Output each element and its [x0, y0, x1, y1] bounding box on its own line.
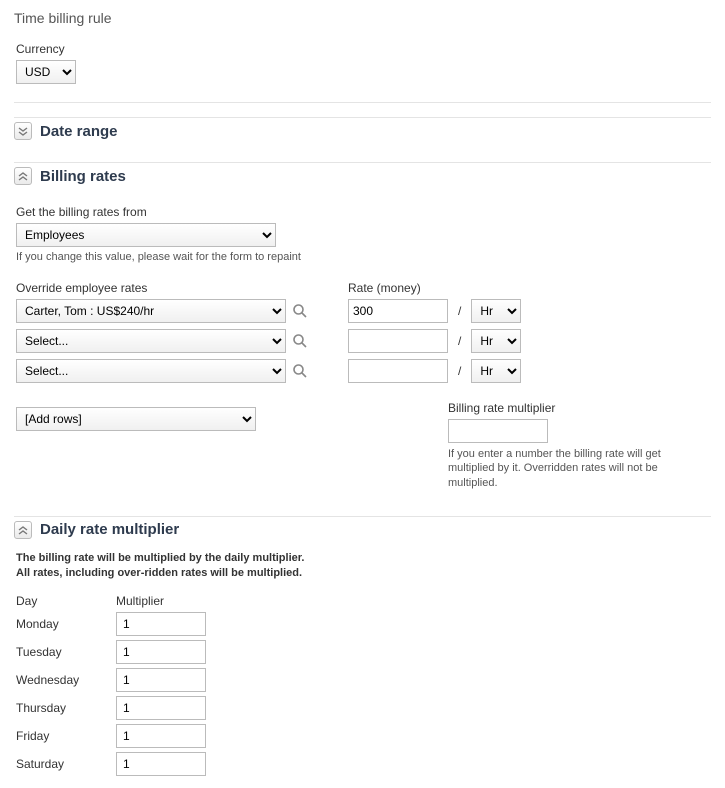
override-select[interactable]: Select...	[16, 329, 286, 353]
multiplier-input[interactable]	[448, 419, 548, 443]
multiplier-label: Billing rate multiplier	[448, 401, 708, 415]
day-cell: Tuesday	[16, 645, 116, 659]
unit-select[interactable]: Hr	[471, 299, 521, 323]
daily-multiplier-input[interactable]	[116, 696, 206, 720]
override-row: Select...	[16, 359, 308, 383]
currency-label: Currency	[16, 42, 711, 56]
daily-multiplier-input[interactable]	[116, 640, 206, 664]
daily-multiplier-input[interactable]	[116, 612, 206, 636]
multiplier-hint: If you enter a number the billing rate w…	[448, 447, 708, 490]
daily-row: Saturday	[16, 752, 711, 776]
multiplier-column-header: Multiplier	[116, 594, 164, 608]
day-cell: Thursday	[16, 701, 116, 715]
search-icon[interactable]	[292, 303, 308, 319]
daily-row: Monday	[16, 612, 711, 636]
slash-divider: /	[454, 364, 465, 378]
daily-multiplier-input[interactable]	[116, 668, 206, 692]
add-rows-select[interactable]: [Add rows]	[16, 407, 256, 431]
daily-row: Friday	[16, 724, 711, 748]
expand-toggle-icon[interactable]	[14, 167, 32, 185]
slash-divider: /	[454, 304, 465, 318]
section-title-daily: Daily rate multiplier	[40, 521, 179, 538]
rate-row: / Hr	[348, 299, 708, 323]
daily-multiplier-input[interactable]	[116, 752, 206, 776]
expand-toggle-icon[interactable]	[14, 521, 32, 539]
search-icon[interactable]	[292, 333, 308, 349]
rate-input[interactable]	[348, 299, 448, 323]
section-billing-rates[interactable]: Billing rates	[14, 162, 711, 193]
rates-from-label: Get the billing rates from	[16, 205, 711, 219]
override-row: Select...	[16, 329, 308, 353]
rate-input[interactable]	[348, 359, 448, 383]
override-row: Carter, Tom : US$240/hr	[16, 299, 308, 323]
rates-from-select[interactable]: Employees	[16, 223, 276, 247]
day-column-header: Day	[16, 594, 116, 608]
day-cell: Monday	[16, 617, 116, 631]
override-select[interactable]: Select...	[16, 359, 286, 383]
daily-hint: The billing rate will be multiplied by t…	[16, 551, 711, 582]
divider	[14, 102, 711, 103]
section-daily-multiplier[interactable]: Daily rate multiplier	[14, 516, 711, 547]
collapse-toggle-icon[interactable]	[14, 122, 32, 140]
rate-row: / Hr	[348, 359, 708, 383]
day-cell: Saturday	[16, 757, 116, 771]
unit-select[interactable]: Hr	[471, 359, 521, 383]
rate-input[interactable]	[348, 329, 448, 353]
section-title-date-range: Date range	[40, 123, 118, 140]
rate-label: Rate (money)	[348, 281, 708, 295]
day-cell: Friday	[16, 729, 116, 743]
page-title: Time billing rule	[14, 10, 711, 26]
rates-from-hint: If you change this value, please wait fo…	[16, 251, 711, 263]
daily-row: Thursday	[16, 696, 711, 720]
slash-divider: /	[454, 334, 465, 348]
daily-row: Tuesday	[16, 640, 711, 664]
unit-select[interactable]: Hr	[471, 329, 521, 353]
daily-table-header: Day Multiplier	[16, 594, 711, 608]
rate-row: / Hr	[348, 329, 708, 353]
search-icon[interactable]	[292, 363, 308, 379]
currency-select[interactable]: USD	[16, 60, 76, 84]
section-title-billing-rates: Billing rates	[40, 168, 126, 185]
daily-multiplier-input[interactable]	[116, 724, 206, 748]
daily-row: Wednesday	[16, 668, 711, 692]
day-cell: Wednesday	[16, 673, 116, 687]
section-date-range[interactable]: Date range	[14, 117, 711, 148]
override-select[interactable]: Carter, Tom : US$240/hr	[16, 299, 286, 323]
override-label: Override employee rates	[16, 281, 308, 295]
